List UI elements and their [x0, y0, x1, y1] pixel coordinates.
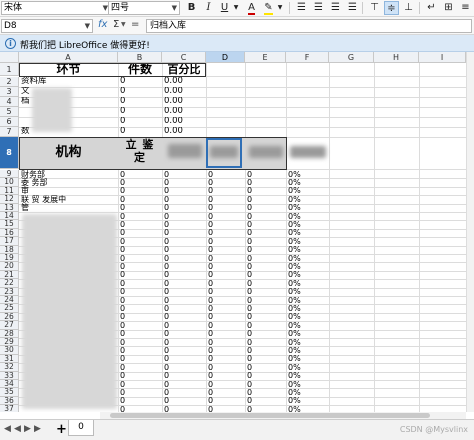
row-header[interactable]: 7 [0, 127, 19, 137]
redacted-region [22, 214, 117, 409]
chevron-down-icon[interactable]: ▼ [276, 1, 284, 15]
font-name-combo[interactable]: 宋体 ▼ [1, 1, 111, 15]
column-header-b[interactable]: B [118, 52, 162, 63]
row-header[interactable]: 37 [0, 404, 19, 412]
table-cell[interactable]: 0 [120, 77, 160, 86]
first-sheet-icon[interactable]: ◀ [4, 424, 11, 434]
table-cell[interactable]: 0 [247, 405, 285, 412]
chevron-down-icon[interactable]: ▼ [232, 1, 240, 15]
table-cell[interactable]: 0.00 [164, 87, 204, 96]
column-header-d[interactable]: D [206, 52, 245, 63]
font-size-combo[interactable]: 四号 ▼ [108, 1, 180, 15]
table-cell[interactable]: 0 [120, 87, 160, 96]
table-cell[interactable]: 0.00 [164, 77, 204, 86]
number-format-icon[interactable]: ≡ [458, 1, 473, 15]
row-header-selected[interactable]: 8 [0, 137, 19, 169]
info-icon: i [5, 38, 16, 49]
row-header[interactable]: 3 [0, 87, 19, 97]
redacted-header [290, 146, 326, 158]
equals-icon[interactable]: = [131, 19, 139, 30]
row-header[interactable]: 6 [0, 117, 19, 127]
formula-bar: D8 ▼ fx Σ ▼ = 归档入库 [0, 17, 474, 35]
align-middle-icon[interactable]: ≑ [384, 1, 399, 15]
table-cell[interactable]: 0 [208, 405, 244, 412]
add-sheet-button[interactable]: + [56, 422, 67, 437]
align-justify-icon[interactable]: ☰ [345, 1, 360, 15]
info-message[interactable]: 帮我们把 LibreOffice 做得更好! [20, 38, 150, 51]
align-top-icon[interactable]: ⊤ [367, 1, 382, 15]
redacted-region [32, 88, 72, 132]
merge-cells-icon[interactable]: ⊞ [441, 1, 456, 15]
align-center-icon[interactable]: ☰ [311, 1, 326, 15]
horizontal-scrollbar[interactable] [100, 412, 466, 419]
table-cell[interactable]: 0 [120, 405, 160, 412]
table-cell[interactable]: 0% [288, 405, 328, 412]
align-bottom-icon[interactable]: ⊥ [401, 1, 416, 15]
select-all-corner[interactable] [0, 52, 19, 63]
font-size-value: 四号 [111, 3, 130, 13]
font-color-icon[interactable]: A [244, 1, 259, 15]
column-header-f[interactable]: F [286, 52, 329, 63]
table-cell[interactable]: 0.00 [164, 127, 204, 136]
column-header-c[interactable]: C [162, 52, 206, 63]
column-header-h[interactable]: H [374, 52, 419, 63]
table-cell[interactable]: 资料库 [21, 77, 117, 86]
cell-reference: D8 [4, 21, 17, 31]
row-header[interactable]: 5 [0, 107, 19, 117]
next-sheet-icon[interactable]: ▶ [24, 424, 31, 434]
watermark: CSDN @Mysvlinx [399, 425, 468, 434]
formula-input[interactable]: 归档入库 [146, 19, 472, 33]
underline-button[interactable]: U [217, 1, 232, 15]
spreadsheet-grid[interactable]: A B C D E F G H I 1 环节 件数 百分比 2 资料库 0 0.00 3… [0, 52, 466, 412]
scrollbar-thumb[interactable] [110, 413, 430, 418]
redacted-header [168, 144, 202, 158]
sheet-tab[interactable]: 0 [68, 420, 94, 436]
row-header[interactable]: 1 [0, 63, 19, 76]
active-cell-cursor[interactable] [206, 138, 242, 168]
bold-button[interactable]: B [184, 1, 199, 15]
vertical-scrollbar[interactable] [466, 52, 474, 412]
header-cell-org[interactable]: 机构 [19, 137, 118, 169]
format-toolbar: 宋体 ▼ 四号 ▼ B I U ▼ A ✎ ▼ ☰ ☰ ☰ ☰ ⊤ ≑ ⊥ ↵ ⊞ … [0, 0, 474, 17]
last-sheet-icon[interactable]: ▶ [34, 424, 41, 434]
chevron-down-icon[interactable]: ▼ [172, 2, 177, 14]
highlight-color-icon[interactable]: ✎ [261, 1, 276, 15]
name-box[interactable]: D8 ▼ [1, 19, 93, 33]
font-name-value: 宋体 [4, 3, 23, 13]
column-header-g[interactable]: G [329, 52, 374, 63]
row-header[interactable]: 2 [0, 77, 19, 87]
column-header-i[interactable]: I [419, 52, 466, 63]
table-cell[interactable]: 0.00 [164, 117, 204, 126]
table-cell[interactable]: 0.00 [164, 107, 204, 116]
row-header[interactable]: 4 [0, 97, 19, 107]
align-right-icon[interactable]: ☰ [328, 1, 343, 15]
align-left-icon[interactable]: ☰ [294, 1, 309, 15]
column-header-e[interactable]: E [245, 52, 286, 63]
sheet-tab-bar: ◀ ◀ ▶ ▶ + 0 CSDN @Mysvlinx [0, 419, 474, 440]
wrap-text-icon[interactable]: ↵ [424, 1, 439, 15]
sum-icon[interactable]: Σ [113, 19, 119, 30]
table-cell[interactable]: 0 [164, 405, 204, 412]
italic-button[interactable]: I [201, 1, 216, 15]
function-wizard-icon[interactable]: fx [98, 19, 107, 30]
column-header-a[interactable]: A [19, 52, 118, 63]
table-cell[interactable]: 0 [120, 117, 160, 126]
redacted-header [249, 146, 283, 158]
table-cell[interactable]: 0 [120, 107, 160, 116]
prev-sheet-icon[interactable]: ◀ [14, 424, 21, 434]
info-bar: i 帮我们把 LibreOffice 做得更好! [0, 35, 474, 52]
chevron-down-icon[interactable]: ▼ [121, 21, 126, 28]
table-cell[interactable]: 0.00 [164, 97, 204, 106]
header-cell-approval[interactable]: 立 鉴 定 [120, 138, 160, 168]
table-cell[interactable]: 0 [120, 127, 160, 136]
chevron-down-icon[interactable]: ▼ [85, 20, 90, 32]
header-border [19, 63, 206, 77]
table-cell[interactable]: 0 [120, 97, 160, 106]
